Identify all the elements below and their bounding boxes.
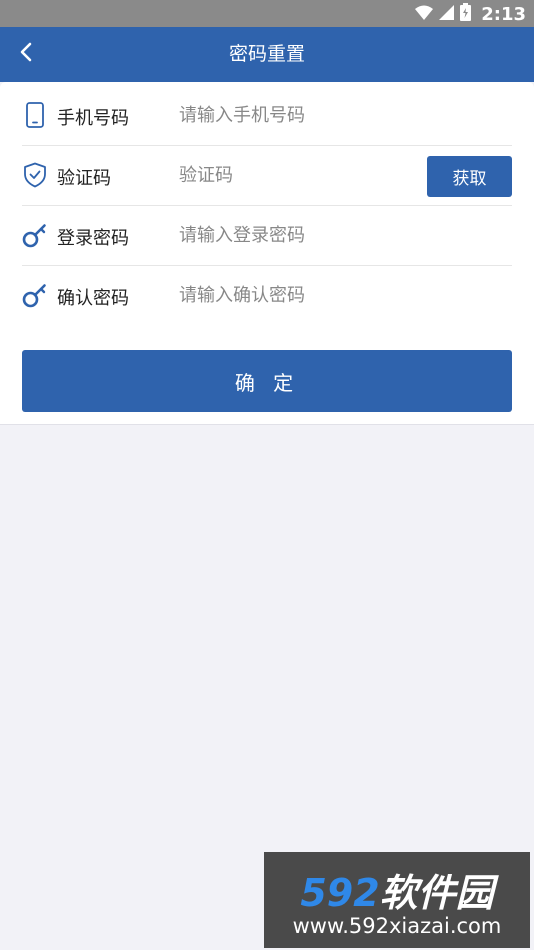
verification-code-row: 验证码 获取 [22,146,512,206]
confirm-password-input[interactable] [179,278,409,312]
battery-icon [460,3,472,25]
confirm-password-label: 确认密码 [57,288,129,309]
status-bar: 2:13 [0,0,534,27]
signal-icon [439,4,455,24]
status-icons: 2:13 [415,3,526,25]
get-code-button[interactable]: 获取 [427,156,512,197]
reset-form-card: 手机号码 验证码 获取 登录密码 [0,82,534,425]
watermark-url: www.592xiazai.com [292,914,502,938]
watermark-logo: 592软件园 [264,862,530,917]
confirm-password-row: 确认密码 [22,266,512,326]
phone-input[interactable] [179,98,409,132]
login-password-label: 登录密码 [57,228,129,249]
login-password-input[interactable] [179,218,409,252]
login-password-row: 登录密码 [22,206,512,266]
wifi-icon [415,5,434,24]
status-time: 2:13 [481,3,526,25]
shield-check-icon [22,161,48,189]
verification-code-label: 验证码 [57,168,111,189]
watermark: 592软件园 www.592xiazai.com [264,852,530,948]
confirm-button[interactable]: 确 定 [22,350,512,412]
watermark-logo-number: 592 [300,871,380,915]
verification-code-input[interactable] [179,158,399,192]
key-icon [22,281,48,309]
key-icon [22,221,48,249]
app-bar: 密码重置 [0,27,534,82]
phone-row: 手机号码 [22,86,512,146]
phone-label: 手机号码 [57,108,129,129]
watermark-logo-text: 软件园 [379,871,494,915]
page-title: 密码重置 [228,43,305,65]
phone-icon [22,101,48,129]
